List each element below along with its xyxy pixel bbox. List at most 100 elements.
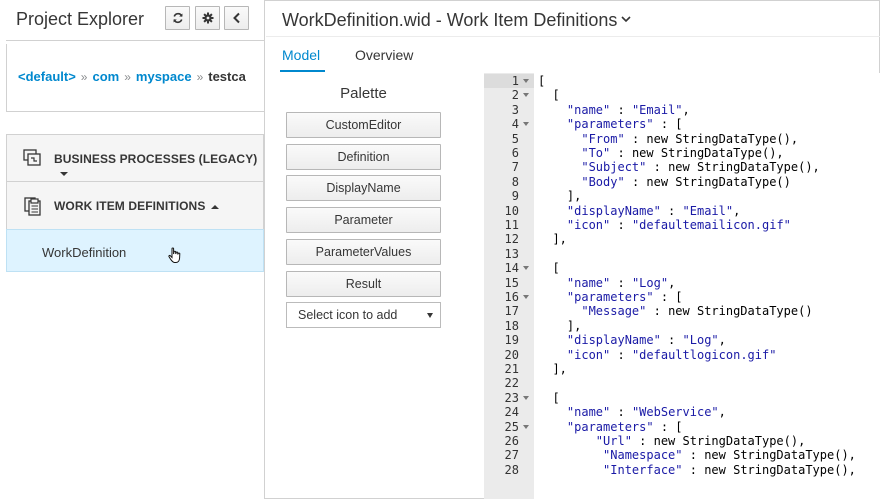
tab-overview[interactable]: Overview — [355, 47, 413, 63]
code-line[interactable]: 20 "icon" : "defaultlogicon.gif" — [484, 348, 880, 362]
code-line[interactable]: 4 "parameters" : [ — [484, 117, 880, 131]
collapse-panel-button[interactable] — [224, 6, 249, 30]
code-line[interactable]: 26 "Url" : new StringDataType(), — [484, 434, 880, 448]
palette-button-parameter[interactable]: Parameter — [286, 207, 441, 233]
code-text: "Namespace" : new StringDataType(), — [603, 448, 856, 463]
fold-toggle-icon[interactable] — [523, 266, 529, 271]
code-line[interactable]: 27 "Namespace" : new StringDataType(), — [484, 448, 880, 462]
fold-toggle-icon[interactable] — [523, 93, 529, 98]
code-line[interactable]: 24 "name" : "WebService", — [484, 405, 880, 419]
code-line[interactable]: 12 ], — [484, 232, 880, 246]
code-text: "Message" : new StringDataType() — [581, 304, 813, 319]
line-number: 8 — [511, 174, 519, 189]
icon-select-value: Select icon to add — [298, 308, 398, 322]
breadcrumb-separator: » — [80, 70, 88, 84]
code-line[interactable]: 1[ — [484, 74, 880, 89]
line-number: 24 — [504, 405, 519, 420]
breadcrumb-testca: testca — [208, 69, 246, 84]
header-divider — [6, 40, 264, 41]
palette-button-result[interactable]: Result — [286, 271, 441, 297]
refresh-icon — [172, 12, 184, 24]
code-line[interactable]: 11 "icon" : "defaultemailicon.gif" — [484, 218, 880, 232]
project-explorer-panel: Project Explorer <default> » com » myspace » t… — [0, 0, 265, 499]
fold-toggle-icon[interactable] — [523, 295, 529, 299]
caret-up-icon — [211, 204, 220, 209]
code-line[interactable]: 25 "parameters" : [ — [484, 420, 880, 434]
breadcrumb-com[interactable]: com — [92, 69, 119, 84]
code-line[interactable]: 28 "Interface" : new StringDataType(), — [484, 463, 880, 477]
code-line[interactable]: 22 — [484, 376, 880, 390]
section-label: BUSINESS PROCESSES (LEGACY) — [54, 152, 263, 180]
code-line[interactable]: 18 ], — [484, 319, 880, 333]
code-line[interactable]: 13 — [484, 247, 880, 261]
project-explorer-header: Project Explorer — [0, 0, 264, 40]
code-text: [ — [538, 74, 546, 88]
icon-select[interactable]: Select icon to add — [286, 302, 441, 328]
active-tab-indicator — [280, 70, 325, 72]
line-number: 3 — [511, 102, 519, 117]
code-line[interactable]: 9 ], — [484, 189, 880, 203]
dropdown-arrow-icon — [427, 313, 433, 318]
code-line[interactable]: 8 "Body" : new StringDataType() — [484, 175, 880, 189]
code-text: "parameters" : [ — [566, 290, 683, 304]
refresh-button[interactable] — [165, 6, 190, 30]
fold-toggle-icon[interactable] — [523, 79, 529, 83]
gear-icon — [202, 12, 214, 24]
breadcrumb-myspace[interactable]: myspace — [136, 69, 192, 84]
code-line[interactable]: 17 "Message" : new StringDataType() — [484, 304, 880, 318]
line-number: 27 — [504, 448, 519, 463]
business-process-icon — [23, 149, 43, 170]
palette-button-customeditor[interactable]: CustomEditor — [286, 112, 441, 138]
line-number: 7 — [511, 160, 519, 175]
code-text: [ — [538, 390, 560, 405]
code-line[interactable]: 15 "name" : "Log", — [484, 276, 880, 290]
line-number: 18 — [504, 318, 519, 333]
code-line[interactable]: 7 "Subject" : new StringDataType(), — [484, 160, 880, 174]
code-line[interactable]: 16 "parameters" : [ — [484, 290, 880, 304]
palette-button-parametervalues[interactable]: ParameterValues — [286, 239, 441, 265]
settings-button[interactable] — [195, 6, 220, 30]
code-editor[interactable]: 1[2 [3 "name" : "Email", 4 "parameters" :… — [484, 73, 880, 499]
chevron-down-icon — [621, 7, 632, 28]
list-item-workdefinition[interactable]: WorkDefinition — [6, 229, 264, 272]
code-line[interactable]: 21 ], — [484, 362, 880, 376]
code-text: "name" : "Email", — [566, 102, 690, 117]
fold-toggle-icon[interactable] — [523, 122, 529, 127]
line-number: 15 — [504, 275, 519, 290]
code-text: "Interface" : new StringDataType(), — [603, 462, 856, 477]
fold-toggle-icon[interactable] — [523, 395, 529, 400]
work-item-icon — [23, 196, 43, 219]
section-business-processes[interactable]: BUSINESS PROCESSES (LEGACY) — [6, 134, 264, 182]
line-number: 26 — [504, 434, 519, 448]
code-line[interactable]: 19 "displayName" : "Log", — [484, 333, 880, 347]
code-line[interactable]: 14 [ — [484, 261, 880, 275]
line-number: 22 — [504, 376, 519, 391]
line-number: 21 — [504, 362, 519, 376]
code-line[interactable]: 23 [ — [484, 391, 880, 405]
code-text: [ — [538, 88, 560, 103]
palette-button-displayname[interactable]: DisplayName — [286, 175, 441, 201]
code-line[interactable]: 6 "To" : new StringDataType(), — [484, 146, 880, 160]
code-text: "parameters" : [ — [566, 117, 683, 132]
breadcrumb: <default> » com » myspace » testca — [6, 44, 264, 112]
code-text: ], — [538, 362, 567, 376]
fold-toggle-icon[interactable] — [523, 424, 529, 429]
line-number: 17 — [504, 304, 519, 319]
code-text: "displayName" : "Log", — [566, 333, 726, 348]
hand-cursor-icon — [168, 247, 183, 267]
tab-model[interactable]: Model — [282, 47, 320, 63]
code-line[interactable]: 2 [ — [484, 88, 880, 102]
palette-button-definition[interactable]: Definition — [286, 144, 441, 170]
code-text: "displayName" : "Email", — [566, 203, 741, 218]
code-line[interactable]: 5 "From" : new StringDataType(), — [484, 132, 880, 146]
editor-title[interactable]: WorkDefinition.wid - Work Item Definitio… — [282, 7, 632, 31]
code-line[interactable]: 10 "displayName" : "Email", — [484, 204, 880, 218]
breadcrumb-default[interactable]: <default> — [18, 69, 76, 84]
section-work-item-definitions[interactable]: WORK ITEM DEFINITIONS — [6, 181, 264, 230]
code-text: ], — [538, 232, 567, 247]
line-number: 9 — [511, 189, 519, 204]
chevron-left-icon — [232, 12, 242, 24]
line-number: 10 — [504, 203, 519, 218]
code-text: "name" : "WebService", — [566, 405, 726, 420]
code-line[interactable]: 3 "name" : "Email", — [484, 103, 880, 117]
